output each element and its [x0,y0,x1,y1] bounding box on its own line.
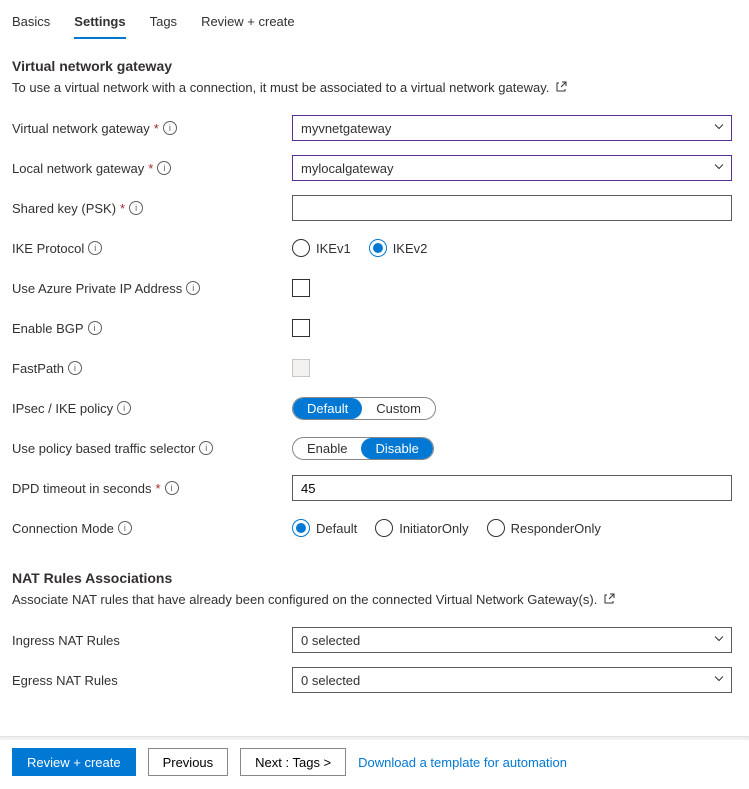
selector-enable-pill[interactable]: Enable [293,438,361,459]
info-icon[interactable]: i [157,161,171,175]
ingress-select[interactable]: 0 selected [292,627,732,653]
nat-desc-text: Associate NAT rules that have already be… [12,592,597,607]
tab-bar: Basics Settings Tags Review + create [0,0,749,40]
ike-v1-radio[interactable]: IKEv1 [292,239,351,257]
info-icon[interactable]: i [88,321,102,335]
ipsec-label: IPsec / IKE policy [12,401,113,416]
radio-icon [369,239,387,257]
ike-v1-label: IKEv1 [316,241,351,256]
vng-select-value: myvnetgateway [301,121,391,136]
previous-button[interactable]: Previous [148,748,229,776]
vng-desc: To use a virtual network with a connecti… [12,80,737,96]
selector-toggle: Enable Disable [292,437,434,460]
nat-desc: Associate NAT rules that have already be… [12,592,737,608]
external-link-icon[interactable] [603,593,615,608]
required-icon: * [154,121,159,136]
ingress-value: 0 selected [301,633,360,648]
info-icon[interactable]: i [199,441,213,455]
required-icon: * [148,161,153,176]
chevron-down-icon [713,673,725,688]
footer-bar: Review + create Previous Next : Tags > D… [0,736,749,788]
conn-label: Connection Mode [12,521,114,536]
psk-label: Shared key (PSK) [12,201,116,216]
review-create-button[interactable]: Review + create [12,748,136,776]
lng-label: Local network gateway [12,161,144,176]
lng-select[interactable]: mylocalgateway [292,155,732,181]
chevron-down-icon [713,161,725,176]
info-icon[interactable]: i [68,361,82,375]
private-ip-label: Use Azure Private IP Address [12,281,182,296]
conn-initiator-label: InitiatorOnly [399,521,468,536]
private-ip-checkbox[interactable] [292,279,310,297]
egress-select[interactable]: 0 selected [292,667,732,693]
conn-default-radio[interactable]: Default [292,519,357,537]
ipsec-default-pill[interactable]: Default [293,398,362,419]
info-icon[interactable]: i [186,281,200,295]
conn-responder-radio[interactable]: ResponderOnly [487,519,601,537]
conn-initiator-radio[interactable]: InitiatorOnly [375,519,468,537]
ike-label: IKE Protocol [12,241,84,256]
external-link-icon[interactable] [555,81,567,96]
section-nat: NAT Rules Associations Associate NAT rul… [0,552,749,696]
section-vng: Virtual network gateway To use a virtual… [0,40,749,544]
fastpath-checkbox [292,359,310,377]
vng-desc-text: To use a virtual network with a connecti… [12,80,549,95]
conn-default-label: Default [316,521,357,536]
ike-v2-radio[interactable]: IKEv2 [369,239,428,257]
vng-select[interactable]: myvnetgateway [292,115,732,141]
radio-icon [292,239,310,257]
chevron-down-icon [713,121,725,136]
chevron-down-icon [713,633,725,648]
selector-disable-pill[interactable]: Disable [361,438,432,459]
bgp-checkbox[interactable] [292,319,310,337]
info-icon[interactable]: i [118,521,132,535]
radio-icon [375,519,393,537]
tab-review[interactable]: Review + create [201,8,295,39]
radio-icon [292,519,310,537]
nat-title: NAT Rules Associations [12,570,737,586]
info-icon[interactable]: i [165,481,179,495]
ipsec-toggle: Default Custom [292,397,436,420]
info-icon[interactable]: i [129,201,143,215]
vng-title: Virtual network gateway [12,58,737,74]
ipsec-custom-pill[interactable]: Custom [362,398,435,419]
download-template-link[interactable]: Download a template for automation [358,755,567,770]
info-icon[interactable]: i [163,121,177,135]
info-icon[interactable]: i [88,241,102,255]
tab-basics[interactable]: Basics [12,8,50,39]
ike-v2-label: IKEv2 [393,241,428,256]
info-icon[interactable]: i [117,401,131,415]
bgp-label: Enable BGP [12,321,84,336]
lng-select-value: mylocalgateway [301,161,394,176]
dpd-label: DPD timeout in seconds [12,481,151,496]
psk-input[interactable] [292,195,732,221]
fastpath-label: FastPath [12,361,64,376]
dpd-input[interactable] [292,475,732,501]
radio-icon [487,519,505,537]
egress-label: Egress NAT Rules [12,673,118,688]
tab-settings[interactable]: Settings [74,8,125,39]
required-icon: * [120,201,125,216]
selector-label: Use policy based traffic selector [12,441,195,456]
ingress-label: Ingress NAT Rules [12,633,120,648]
conn-responder-label: ResponderOnly [511,521,601,536]
tab-tags[interactable]: Tags [150,8,177,39]
vng-label: Virtual network gateway [12,121,150,136]
next-button[interactable]: Next : Tags > [240,748,346,776]
egress-value: 0 selected [301,673,360,688]
required-icon: * [155,481,160,496]
